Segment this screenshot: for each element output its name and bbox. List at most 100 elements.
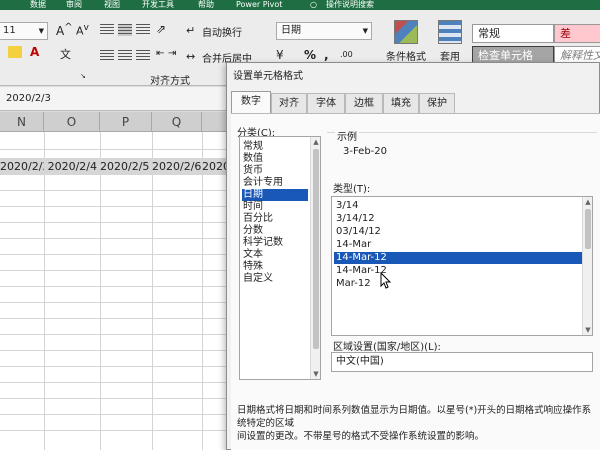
tell-me-search[interactable]: 操作说明搜索 [326, 0, 374, 10]
scroll-down-icon[interactable]: ▼ [312, 370, 320, 378]
cell-n[interactable]: 2020/2/3 [0, 158, 44, 175]
type-list[interactable]: 3/14 3/14/12 03/14/12 14-Mar 14-Mar-12 1… [331, 196, 593, 336]
align-left-icon[interactable] [100, 50, 114, 62]
fill-color-icon[interactable] [8, 46, 22, 58]
sample-label: 示例 [335, 128, 359, 143]
category-accounting[interactable]: 会计专用 [242, 177, 308, 189]
locale-value: 中文(中国) [336, 356, 384, 367]
style-normal[interactable]: 常规 [472, 24, 554, 43]
tab-number[interactable]: 数字 [231, 91, 271, 113]
conditional-format-button[interactable]: 条件格式 [386, 48, 426, 63]
increase-font-icon[interactable]: A^ [56, 22, 73, 38]
category-percentage[interactable]: 百分比 [242, 213, 308, 225]
tab-developer[interactable]: 开发工具 [142, 0, 174, 10]
style-bad[interactable]: 差 [554, 24, 600, 43]
format-table-button[interactable]: 套用 [440, 48, 460, 63]
category-fraction[interactable]: 分数 [242, 225, 308, 237]
font-dialog-launcher-icon[interactable]: ↘ [80, 72, 86, 80]
format-description: 日期格式将日期和时间系列数值显示为日期值。以星号(*)开头的日期格式响应操作系统… [237, 404, 597, 443]
format-cells-dialog: 设置单元格格式 数字 对齐 字体 边框 填充 保护 分类(C): 常规 数值 货… [226, 62, 600, 450]
category-text[interactable]: 文本 [242, 249, 308, 261]
tab-review[interactable]: 审阅 [66, 0, 82, 10]
category-number[interactable]: 数值 [242, 153, 308, 165]
locale-label: 区域设置(国家/地区)(L): [333, 342, 441, 353]
type-item[interactable]: 3/14 [334, 200, 582, 212]
tab-font[interactable]: 字体 [307, 93, 345, 113]
chevron-down-icon: ▼ [362, 27, 368, 35]
sample-value: 3-Feb-20 [343, 146, 388, 157]
type-label: 类型(T): [333, 184, 371, 195]
scroll-up-icon[interactable]: ▲ [312, 138, 320, 146]
column-header-o[interactable]: O [44, 112, 100, 132]
category-currency[interactable]: 货币 [242, 165, 308, 177]
locale-select[interactable]: 中文(中国) [331, 352, 593, 372]
font-size-select[interactable]: 11 ▼ [0, 22, 48, 40]
tab-protection[interactable]: 保护 [419, 93, 455, 113]
category-time[interactable]: 时间 [242, 201, 308, 213]
format-table-icon[interactable] [438, 20, 462, 44]
conditional-format-icon[interactable] [394, 20, 418, 44]
category-general[interactable]: 常规 [242, 141, 308, 153]
tab-alignment[interactable]: 对齐 [271, 93, 307, 113]
cell-o[interactable]: 2020/2/4 [44, 158, 100, 175]
category-scrollbar[interactable]: ▲ ▼ [310, 137, 320, 379]
increase-indent-icon[interactable]: ⇥ [168, 48, 176, 59]
type-item[interactable]: Mar-12 [334, 278, 582, 290]
scroll-thumb[interactable] [585, 209, 591, 249]
align-middle-icon[interactable] [118, 24, 132, 36]
tab-data[interactable]: 数据 [30, 0, 46, 10]
align-center-icon[interactable] [118, 50, 132, 62]
type-item[interactable]: 03/14/12 [334, 226, 582, 238]
font-color-icon[interactable]: A [30, 45, 39, 59]
wrap-text-button[interactable]: 自动换行 [202, 24, 242, 39]
merge-center-icon[interactable]: ↔ [186, 50, 195, 63]
increase-decimal-icon[interactable]: .00 [340, 50, 353, 59]
tab-power-pivot[interactable]: Power Pivot [236, 0, 282, 10]
font-size-value: 11 [3, 25, 16, 36]
number-format-select[interactable]: 日期 ▼ [276, 22, 372, 40]
type-item[interactable]: 3/14/12 [334, 213, 582, 225]
decrease-font-icon[interactable]: Av [76, 22, 89, 38]
type-item-selected[interactable]: 14-Mar-12 [334, 252, 582, 264]
column-header-q[interactable]: Q [152, 112, 202, 132]
scroll-thumb[interactable] [313, 149, 319, 349]
spreadsheet-grid[interactable]: N O P Q 2020/2/3 2020/2/4 2020/2/5 2020/… [0, 112, 230, 450]
comma-button[interactable]: , [324, 48, 329, 62]
tab-border[interactable]: 边框 [345, 93, 383, 113]
percent-button[interactable]: % [304, 48, 316, 62]
category-special[interactable]: 特殊 [242, 261, 308, 273]
cell-q[interactable]: 2020/2/6 [152, 158, 202, 175]
tab-help[interactable]: 帮助 [198, 0, 214, 10]
category-list[interactable]: 常规 数值 货币 会计专用 日期 时间 百分比 分数 科学记数 文本 特殊 自定… [239, 136, 321, 380]
type-scrollbar[interactable]: ▲ ▼ [582, 197, 592, 335]
column-header-n[interactable]: N [0, 112, 44, 132]
category-scientific[interactable]: 科学记数 [242, 237, 308, 249]
orientation-icon[interactable]: ⇗ [156, 22, 166, 36]
tab-view[interactable]: 视图 [104, 0, 120, 10]
category-date[interactable]: 日期 [242, 189, 308, 201]
type-item[interactable]: 14-Mar [334, 239, 582, 251]
category-custom[interactable]: 自定义 [242, 273, 308, 285]
formula-bar[interactable]: 2020/2/3 [0, 87, 230, 111]
scroll-down-icon[interactable]: ▼ [584, 326, 592, 334]
dialog-title: 设置单元格格式 [233, 71, 303, 82]
formula-bar-value: 2020/2/3 [6, 93, 51, 104]
scroll-up-icon[interactable]: ▲ [584, 198, 592, 206]
column-header-p[interactable]: P [100, 112, 152, 132]
align-bottom-icon[interactable] [136, 24, 150, 36]
lightbulb-icon: ○ [310, 0, 317, 9]
currency-icon[interactable]: ¥ [276, 48, 284, 62]
alignment-group-label: 对齐方式 [150, 76, 190, 87]
chevron-down-icon: ▼ [38, 27, 44, 35]
phonetic-icon[interactable]: 文 [60, 46, 71, 62]
ribbon-tab-strip: 数据 审阅 视图 开发工具 帮助 Power Pivot ○ 操作说明搜索 [0, 0, 600, 10]
align-right-icon[interactable] [136, 50, 150, 62]
mouse-pointer-icon [380, 272, 392, 289]
wrap-text-icon[interactable]: ↵ [186, 24, 195, 37]
tab-fill[interactable]: 填充 [383, 93, 419, 113]
align-top-icon[interactable] [100, 24, 114, 36]
description-line-2: 间设置的更改。不带星号的格式不受操作系统设置的影响。 [237, 431, 485, 442]
decrease-indent-icon[interactable]: ⇤ [156, 48, 164, 59]
type-item[interactable]: 14-Mar-12 [334, 265, 582, 277]
cell-p[interactable]: 2020/2/5 [100, 158, 152, 175]
